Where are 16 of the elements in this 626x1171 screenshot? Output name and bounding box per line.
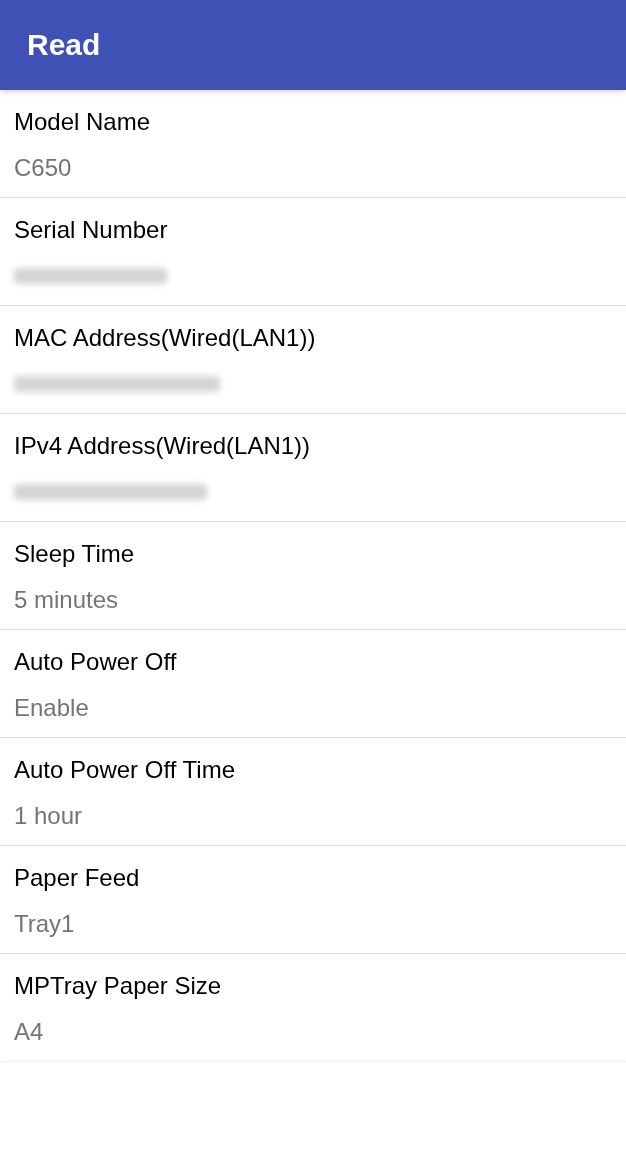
setting-label: IPv4 Address(Wired(LAN1)) — [14, 432, 311, 460]
setting-label: Model Name — [14, 108, 151, 136]
setting-value: A4 — [14, 1018, 44, 1046]
setting-label: Paper Feed — [14, 864, 140, 892]
setting-label: Auto Power Off — [14, 648, 177, 676]
setting-value: 1 hour — [14, 802, 83, 830]
setting-value: 5 minutes — [14, 586, 119, 614]
setting-label: MPTray Paper Size — [14, 972, 222, 1000]
app-bar-title: Read — [27, 27, 101, 63]
setting-value: Tray1 — [14, 910, 75, 938]
setting-label: Sleep Time — [14, 540, 135, 568]
setting-label: Serial Number — [14, 216, 168, 244]
setting-label: MAC Address(Wired(LAN1)) — [14, 324, 316, 352]
setting-value: C650 — [14, 154, 72, 182]
setting-value: Enable — [14, 694, 89, 722]
setting-label: Auto Power Off Time — [14, 756, 235, 784]
